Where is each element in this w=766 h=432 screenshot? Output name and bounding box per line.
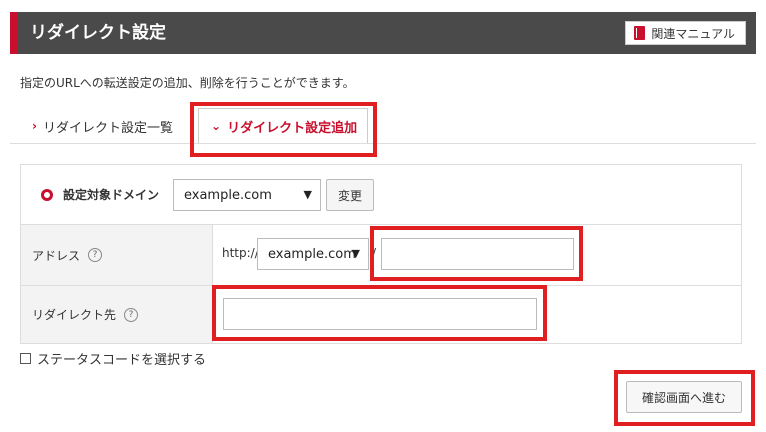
- address-label: アドレス: [32, 248, 81, 263]
- redirect-form: 設定対象ドメイン example.com ▼ 変更 アドレス ? http://…: [20, 164, 742, 344]
- tab-label: リダイレクト設定一覧: [42, 120, 173, 136]
- radio-target-icon: [41, 189, 53, 201]
- confirm-button[interactable]: 確認画面へ進む: [626, 381, 742, 413]
- address-prefix: http://: [222, 246, 259, 260]
- checkbox-icon[interactable]: [20, 353, 31, 364]
- chevron-down-icon: ▼: [351, 247, 360, 260]
- address-row: アドレス ? http:// example.com ▼ /: [21, 225, 741, 286]
- domain-select-value: example.com: [184, 187, 272, 203]
- page-title: リダイレクト設定: [30, 23, 166, 43]
- page-header: リダイレクト設定 関連マニュアル: [10, 12, 756, 54]
- chevron-down-icon: ⌄: [211, 119, 222, 133]
- tab-label: リダイレクト設定追加: [227, 120, 358, 136]
- book-icon: [634, 26, 646, 40]
- redirect-to-label-cell: リダイレクト先 ?: [21, 286, 213, 343]
- related-manual-button[interactable]: 関連マニュアル: [625, 21, 746, 45]
- tab-redirect-list[interactable]: › リダイレクト設定一覧: [32, 112, 173, 140]
- chevron-down-icon: ▼: [303, 188, 312, 201]
- status-code-checkbox[interactable]: ステータスコードを選択する: [20, 349, 206, 368]
- help-icon[interactable]: ?: [88, 248, 103, 262]
- domain-row: 設定対象ドメイン example.com ▼ 変更: [21, 165, 741, 225]
- status-code-label: ステータスコードを選択する: [37, 353, 207, 368]
- redirect-to-row: リダイレクト先 ?: [21, 286, 741, 343]
- help-icon[interactable]: ?: [124, 307, 139, 322]
- address-path-input[interactable]: [381, 238, 574, 270]
- redirect-to-label: リダイレクト先: [32, 308, 117, 322]
- address-separator: /: [372, 246, 377, 260]
- address-domain-select[interactable]: example.com ▼: [257, 238, 369, 270]
- domain-label: 設定対象ドメイン: [63, 188, 160, 202]
- address-label-cell: アドレス ?: [21, 225, 213, 285]
- chevron-right-icon: ›: [32, 119, 37, 133]
- address-domain-value: example.com: [268, 246, 356, 262]
- redirect-to-input[interactable]: [223, 298, 537, 330]
- domain-select[interactable]: example.com ▼: [173, 179, 321, 211]
- tab-redirect-add[interactable]: ⌄ リダイレクト設定追加: [198, 108, 368, 143]
- domain-change-button[interactable]: 変更: [326, 179, 374, 211]
- related-manual-label: 関連マニュアル: [651, 26, 735, 41]
- page-description: 指定のURLへの転送設定の追加、削除を行うことができます。: [20, 76, 355, 90]
- tab-divider: [10, 143, 756, 144]
